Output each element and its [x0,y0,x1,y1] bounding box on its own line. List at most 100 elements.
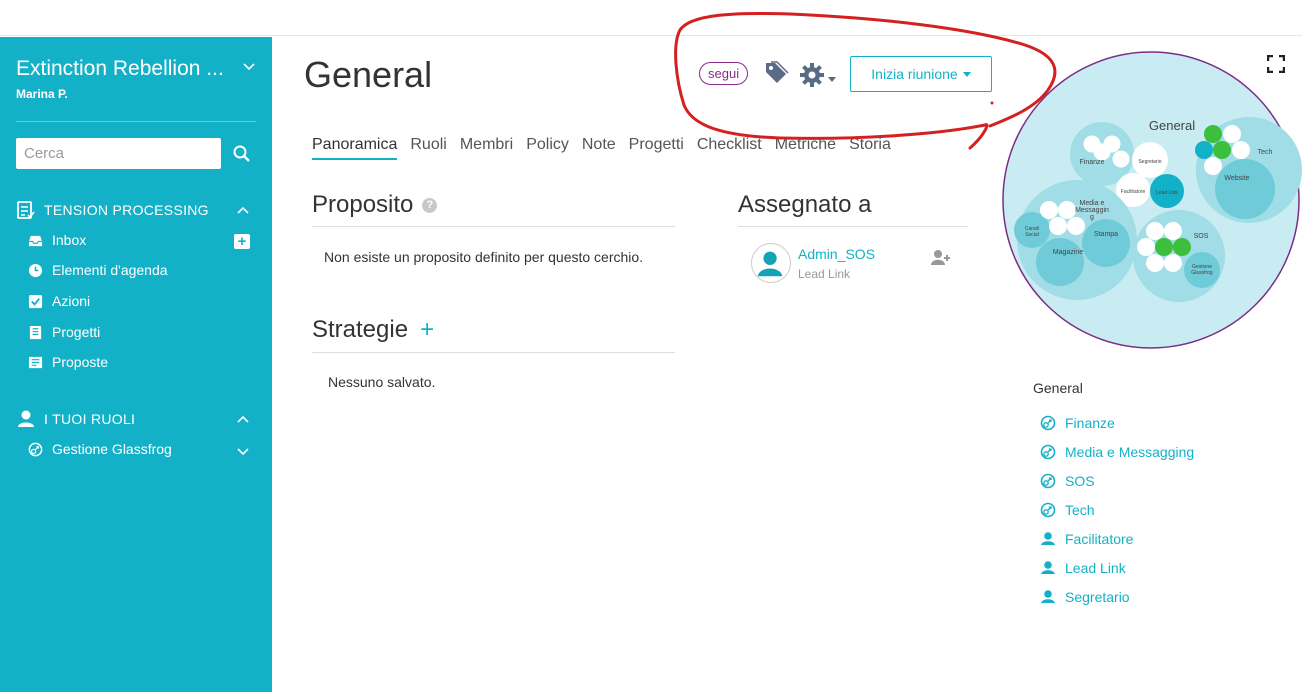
section-your-roles[interactable]: I TUOI RUOLI [16,409,135,429]
sidebar-item-proposals[interactable]: Proposte [28,354,108,370]
sidebar-item-gestione-glassfrog[interactable]: Gestione Glassfrog [28,441,172,457]
assigned-heading: Assegnato a [738,191,872,218]
circle-link-label: SOS [1065,473,1095,489]
circle-link-label: Tech [1065,502,1095,518]
assignee-name-link[interactable]: Admin_SOS [798,246,875,262]
gear-icon[interactable] [799,62,825,88]
inbox-icon [28,235,43,246]
circle-list-heading: General [1033,380,1083,396]
map-label: Facilitatore [1121,189,1146,195]
role-link-lead-link[interactable]: Lead Link [1040,560,1126,576]
sidebar-item-actions[interactable]: Azioni [28,293,90,309]
person-icon [1041,561,1055,574]
page-title: General [304,54,433,95]
sidebar-item-agenda[interactable]: Elementi d'agenda [28,262,168,278]
tab-members[interactable]: Membri [460,136,513,160]
tab-overview[interactable]: Panoramica [312,136,398,160]
search-input[interactable] [16,138,221,169]
add-inbox-button[interactable]: + [234,234,250,249]
tab-history[interactable]: Storia [849,136,891,160]
tab-notes[interactable]: Note [582,136,616,160]
search-icon[interactable] [232,144,252,164]
assignee-role: Lead Link [798,267,851,281]
caret-down-icon[interactable] [828,77,836,83]
divider [738,226,968,227]
circle-icon [1040,473,1056,489]
map-label: SOS [1194,233,1209,240]
person-icon [1041,590,1055,603]
sidebar-item-label: Gestione Glassfrog [52,441,172,457]
purpose-text: Non esiste un proposito definito per que… [324,249,644,265]
purpose-heading-text: Proposito [312,191,414,218]
section-label: I TUOI RUOLI [44,411,136,427]
role-link-label: Lead Link [1065,560,1126,576]
top-bar [0,0,1302,36]
add-person-icon[interactable] [930,249,952,265]
sidebar-item-projects[interactable]: Progetti [28,324,100,340]
section-tension-processing[interactable]: TENSION PROCESSING [16,200,209,220]
map-label: Tech [1258,149,1273,156]
circle-link-sos[interactable]: SOS [1040,473,1095,489]
tab-policy[interactable]: Policy [526,136,569,160]
circle-link-tech[interactable]: Tech [1040,502,1095,518]
circle-link-label: Finanze [1065,415,1115,431]
sidebar-item-label: Progetti [52,324,101,340]
start-meeting-button[interactable]: Inizia riunione [850,56,992,92]
sidebar-divider [16,121,256,122]
tab-roles[interactable]: Ruoli [410,136,446,160]
divider [312,352,675,353]
map-label: Social [1025,232,1039,238]
circle-link-media[interactable]: Media e Messagging [1040,444,1194,460]
tab-projects[interactable]: Progetti [629,136,684,160]
role-link-label: Segretario [1065,589,1130,605]
map-label: Stampa [1094,231,1118,238]
circle-link-finanze[interactable]: Finanze [1040,415,1115,431]
chevron-up-icon[interactable] [236,203,250,217]
sidebar-item-label: Elementi d'agenda [52,262,168,278]
sidebar-item-inbox[interactable]: Inbox [28,232,86,248]
map-label: Messaggin [1075,207,1109,214]
circle-link-label: Media e Messagging [1065,444,1195,460]
avatar[interactable] [751,243,791,283]
follow-button[interactable]: segui [699,62,749,85]
tab-checklist[interactable]: Checklist [697,136,762,160]
person-icon [18,410,34,427]
map-label: Segretario [1138,159,1161,165]
checklist-icon [17,201,35,219]
help-icon[interactable]: ? [422,197,438,213]
chevron-down-icon[interactable] [236,444,250,458]
sidebar-item-label: Azioni [52,293,91,309]
chevron-up-icon[interactable] [236,412,250,426]
caret-down-icon [962,71,971,77]
circle-role-icon [28,442,43,456]
map-label: Magazine [1053,249,1083,256]
user-name: Marina P. [16,87,68,101]
tag-icon[interactable] [763,60,789,86]
add-strategy-button[interactable]: + [420,316,434,344]
strategies-heading-text: Strategie [312,316,409,343]
chevron-down-icon[interactable] [243,63,255,71]
proposal-icon [28,356,43,368]
section-label: TENSION PROCESSING [44,202,209,218]
circle-icon [1040,502,1056,518]
start-meeting-label: Inizia riunione [871,66,958,82]
sidebar: Extinction Rebellion ... Marina P. TENSI… [0,37,272,692]
map-label: Finanze [1080,159,1105,166]
sidebar-item-label: Proposte [52,354,109,370]
circle-icon [1040,444,1056,460]
tab-metrics[interactable]: Metriche [775,136,836,160]
strategies-heading: Strategie + [312,316,434,344]
map-label: g [1090,214,1094,221]
circle-map[interactable]: General Finanze Segretario Facilitatore … [1002,49,1302,351]
map-label: Media e [1080,200,1105,207]
role-link-label: Facilitatore [1065,531,1134,547]
strategies-empty-text: Nessuno salvato. [328,374,436,390]
org-name[interactable]: Extinction Rebellion ... [16,57,224,81]
divider [312,226,675,227]
purpose-heading: Proposito ? [312,191,438,219]
map-root-label: General [1149,118,1195,133]
map-label: Website [1224,175,1249,182]
role-link-facilitatore[interactable]: Facilitatore [1040,531,1133,547]
role-link-segretario[interactable]: Segretario [1040,589,1130,605]
checkbox-icon [28,294,43,308]
